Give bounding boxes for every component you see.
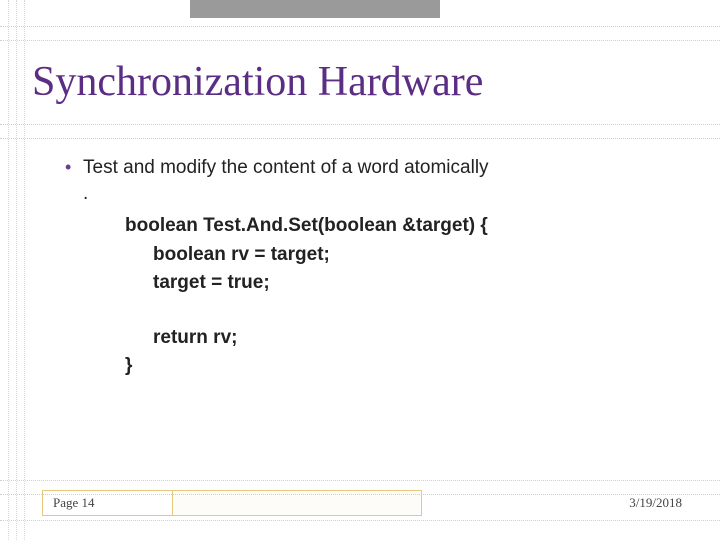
code-line: return rv; bbox=[125, 324, 680, 353]
grid-line bbox=[0, 124, 720, 125]
grid-line bbox=[8, 0, 9, 540]
footer-mid-box bbox=[172, 490, 422, 516]
bullet-text: Test and modify the content of a word at… bbox=[83, 155, 680, 181]
code-line: } bbox=[125, 352, 680, 381]
code-line: boolean rv = target; bbox=[125, 241, 680, 270]
top-gray-bar bbox=[190, 0, 440, 18]
grid-line bbox=[0, 26, 720, 27]
grid-line bbox=[16, 0, 17, 540]
code-line: boolean Test.And.Set(boolean &target) { bbox=[125, 212, 680, 241]
slide-body: • Test and modify the content of a word … bbox=[65, 155, 680, 381]
grid-line bbox=[0, 480, 720, 481]
bullet-dot-icon: • bbox=[65, 155, 83, 180]
grid-line bbox=[0, 40, 720, 41]
sub-dot: . bbox=[65, 181, 680, 207]
slide-title: Synchronization Hardware bbox=[32, 58, 483, 106]
footer-date: 3/19/2018 bbox=[629, 490, 690, 516]
bullet-item: • Test and modify the content of a word … bbox=[65, 155, 680, 181]
page-number: Page 14 bbox=[42, 490, 172, 516]
slide-footer: Page 14 3/19/2018 bbox=[42, 490, 690, 516]
grid-line bbox=[0, 520, 720, 521]
grid-line bbox=[0, 138, 720, 139]
grid-line bbox=[24, 0, 25, 540]
code-line: target = true; bbox=[125, 269, 680, 298]
code-block: boolean Test.And.Set(boolean &target) { … bbox=[125, 212, 680, 381]
